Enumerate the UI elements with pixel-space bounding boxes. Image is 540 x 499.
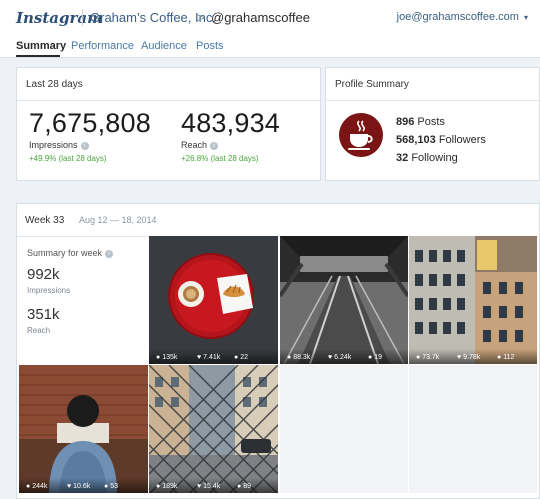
post-comments: 19 [374,354,382,361]
info-icon[interactable]: i [210,141,219,150]
reach-value: 483,934 [181,108,280,138]
post-image-fence [149,365,278,493]
tab-performance[interactable]: Performance [71,40,134,52]
post-tile[interactable]: ● 244k ♥ 10.6k ● 53 [19,365,148,493]
info-icon[interactable]: i [105,249,114,258]
tab-summary[interactable]: Summary [16,40,66,52]
post-likes: 6.24k [334,354,352,361]
impressions-label-row: Impressions i [29,140,89,150]
post-likes: 15.4k [203,483,221,490]
post-image-reader [19,365,148,493]
post-comments: 53 [110,483,118,490]
comment-icon: ● [368,354,373,361]
eye-icon: ● [26,483,31,490]
comment-icon: ● [234,354,239,361]
reach-change: +26.8% (last 28 days) [181,154,259,163]
weekly-impressions-label: Impressions [27,286,71,295]
post-tile[interactable]: ● 88.3k ♥ 6.24k ● 19 [280,236,408,364]
post-comments: 22 [240,354,248,361]
card-title: Last 28 days [26,79,83,90]
following-label: Following [411,152,458,164]
post-views: 88.3k [293,354,311,361]
followers-label: Followers [438,134,486,146]
impressions-change: +49.9% (last 28 days) [29,154,107,163]
tab-posts[interactable]: Posts [196,40,224,52]
comment-icon: ● [104,483,109,490]
top-bar: Instagram Graham’s Coffee, Inc. > @graha… [0,0,540,35]
heart-icon: ♥ [457,354,462,361]
post-comments: 89 [243,483,251,490]
eye-icon: ● [416,354,421,361]
tab-audience[interactable]: Audience [141,40,187,52]
empty-post-slot [280,365,408,493]
impressions-label: Impressions [29,140,78,150]
avatar[interactable] [339,113,383,157]
chevron-down-icon: ▾ [523,13,528,22]
eye-icon: ● [156,483,161,490]
post-likes: 7.41k [203,354,221,361]
last-28-days-card: Last 28 days 7,675,808 Impressions i +49.… [16,67,321,181]
post-stats: ● 135k ♥ 7.41k ● 22 [149,349,278,364]
week-date-range: Aug 12 — 18, 2014 [79,215,157,225]
post-stats: ● 88.3k ♥ 6.24k ● 19 [280,349,408,364]
post-likes: 10.6k [73,483,91,490]
nav-tabs: Summary Performance Audience Posts [0,35,540,58]
weekly-reach-value: 351k [27,306,60,323]
followers-count: 568,103 [396,134,436,146]
weekly-reach-label: Reach [27,326,51,335]
active-tab-indicator [16,55,60,57]
eye-icon: ● [287,354,292,361]
post-views: 189k [162,483,178,490]
post-stats: ● 244k ♥ 10.6k ● 53 [19,478,148,493]
following-count: 32 [396,152,409,164]
comment-icon: ● [497,354,502,361]
post-views: 73.7k [422,354,440,361]
reach-label-row: Reach i [181,140,219,150]
breadcrumb-separator: > [197,10,205,25]
header-divider [82,9,83,26]
reach-label: Reach [181,140,208,150]
card-title: Profile Summary [335,79,409,90]
post-image-coffee-tray [149,236,278,364]
heart-icon: ♥ [328,354,333,361]
post-views: 135k [162,354,178,361]
account-handle: @grahamscoffee [211,10,310,25]
post-tile[interactable]: ● 189k ♥ 15.4k ● 89 [149,365,278,493]
eye-icon: ● [156,354,161,361]
info-icon[interactable]: i [80,141,89,150]
impressions-value: 7,675,808 [29,108,151,138]
account-menu[interactable]: joe@grahamscoffee.com ▾ [397,11,528,23]
divider [326,100,539,101]
post-image-building [409,236,537,364]
heart-icon: ♥ [197,354,202,361]
posts-label: Posts [417,116,445,128]
posts-stat: 896 Posts [396,116,445,128]
week-label: Week 33 [25,215,65,226]
post-comments: 112 [503,354,515,361]
weekly-impressions-value: 992k [27,266,60,283]
post-tile[interactable]: ● 73.7k ♥ 9.78k ● 112 [409,236,537,364]
account-email: joe@grahamscoffee.com [396,11,519,23]
profile-summary-card: Profile Summary 896 Posts 568,103 Follow… [325,67,540,181]
post-tile[interactable]: ● 135k ♥ 7.41k ● 22 [149,236,278,364]
following-stat: 32 Following [396,152,458,164]
weekly-summary-title: Summary for week i [27,248,114,258]
heart-icon: ♥ [67,483,72,490]
post-stats: ● 73.7k ♥ 9.78k ● 112 [409,349,537,364]
divider [17,100,320,101]
posts-count: 896 [396,116,415,128]
post-image-railway [280,236,408,364]
comment-icon: ● [237,483,242,490]
post-likes: 9.78k [463,354,481,361]
coffee-cup-icon [348,120,373,150]
post-views: 244k [32,483,48,490]
post-stats: ● 189k ♥ 15.4k ● 89 [149,478,278,493]
followers-stat: 568,103 Followers [396,134,486,146]
heart-icon: ♥ [197,483,202,490]
empty-post-slot [409,365,537,493]
weekly-summary-label: Summary for week [27,248,103,258]
